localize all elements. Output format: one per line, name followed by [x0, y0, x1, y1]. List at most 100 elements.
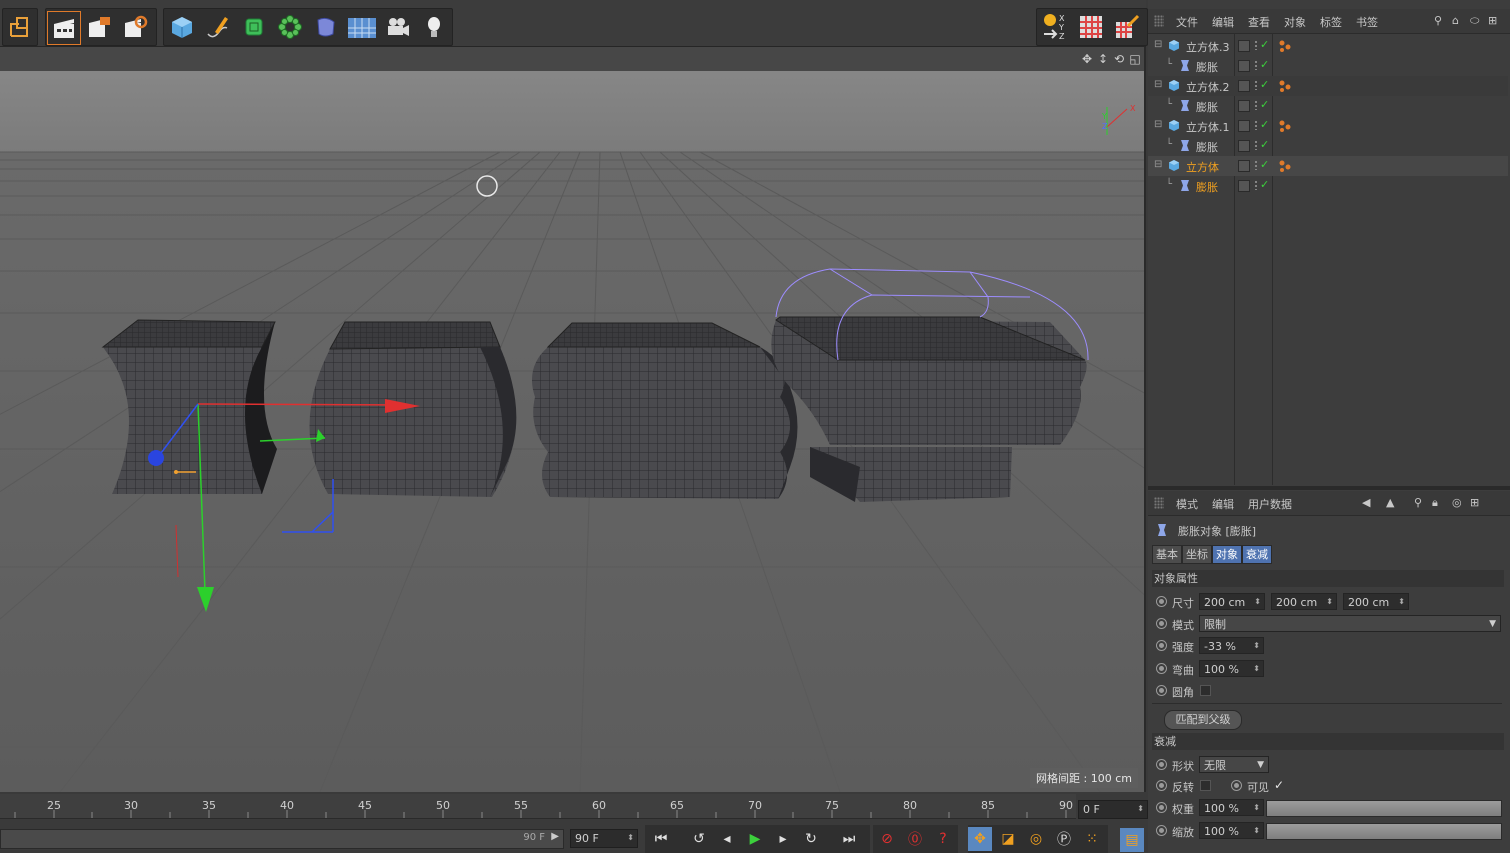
- animate-radio[interactable]: [1156, 759, 1167, 770]
- object-name[interactable]: 立方体.3: [1186, 39, 1230, 55]
- menu-view[interactable]: 查看: [1248, 14, 1270, 30]
- new-panel-icon[interactable]: ⊞: [1470, 496, 1479, 509]
- enabled-check-icon[interactable]: ✓: [1260, 98, 1269, 111]
- scale-slider[interactable]: [1266, 823, 1502, 840]
- size-x-field[interactable]: 200 cm ⬍: [1199, 593, 1265, 610]
- object-name[interactable]: 膨胀: [1196, 99, 1218, 115]
- visibility-toggle-icon[interactable]: [1238, 100, 1250, 112]
- search-icon[interactable]: ⚲: [1414, 496, 1422, 509]
- visibility-toggle-icon[interactable]: [1238, 60, 1250, 72]
- enabled-check-icon[interactable]: ✓: [1260, 38, 1269, 51]
- object-name[interactable]: 膨胀: [1196, 139, 1218, 155]
- weight-slider[interactable]: [1266, 800, 1502, 817]
- layer-dots-icon[interactable]: [1254, 140, 1259, 150]
- mode-dropdown[interactable]: 限制 ▼: [1199, 615, 1501, 632]
- object-name[interactable]: 膨胀: [1196, 59, 1218, 75]
- menu-file[interactable]: 文件: [1176, 14, 1198, 30]
- zoom-view-icon[interactable]: ↕: [1096, 52, 1110, 66]
- tab-coord[interactable]: 坐标: [1182, 545, 1212, 564]
- strength-field[interactable]: -33 % ⬍: [1199, 637, 1264, 654]
- round-checkbox[interactable]: [1200, 685, 1211, 696]
- object-row-cube[interactable]: ⊟ 立方体.1 ✓: [1148, 116, 1508, 136]
- render-settings-icon[interactable]: [119, 11, 151, 43]
- menu-tags[interactable]: 标签: [1320, 14, 1342, 30]
- menu-edit[interactable]: 编辑: [1212, 496, 1234, 512]
- cloner-icon[interactable]: [274, 11, 306, 43]
- cube-object-1[interactable]: [531, 322, 798, 499]
- invert-checkbox[interactable]: [1200, 780, 1211, 791]
- animate-radio[interactable]: [1156, 780, 1167, 791]
- animate-radio[interactable]: [1231, 780, 1242, 791]
- object-row-deformer[interactable]: └ 膨胀 ✓: [1148, 96, 1508, 116]
- camera-icon[interactable]: [382, 11, 414, 43]
- object-row-cube[interactable]: ⊟ 立方体.2 ✓: [1148, 76, 1508, 96]
- fit-to-parent-button[interactable]: 匹配到父级: [1164, 710, 1242, 730]
- object-row-cube[interactable]: ⊟ 立方体 ✓: [1148, 156, 1508, 176]
- visibility-toggle-icon[interactable]: [1238, 120, 1250, 132]
- panel-grip-icon[interactable]: [1154, 15, 1164, 27]
- animate-radio[interactable]: [1156, 663, 1167, 674]
- range-end-arrow-icon[interactable]: ▶: [551, 831, 559, 842]
- up-arrow-icon[interactable]: ▲: [1386, 496, 1394, 509]
- frame-ruler[interactable]: 25 30 35 40 45 50 55 60 65 70 75 80 85 9…: [0, 794, 1076, 819]
- tag-icon[interactable]: [1278, 119, 1292, 133]
- tag-icon[interactable]: [1278, 159, 1292, 173]
- pen-spline-icon[interactable]: [202, 11, 234, 43]
- play-icon[interactable]: ▶: [743, 827, 767, 851]
- menu-mode[interactable]: 模式: [1176, 496, 1198, 512]
- object-name[interactable]: 立方体: [1186, 159, 1219, 175]
- expand-toggle-icon[interactable]: ⊟: [1154, 119, 1162, 130]
- object-name[interactable]: 膨胀: [1196, 179, 1218, 195]
- expand-toggle-icon[interactable]: ⊟: [1154, 39, 1162, 50]
- object-name[interactable]: 立方体.1: [1186, 119, 1230, 135]
- layer-dots-icon[interactable]: [1254, 160, 1259, 170]
- visible-checkbox[interactable]: ✓: [1274, 778, 1284, 792]
- layer-dots-icon[interactable]: [1254, 120, 1259, 130]
- animate-radio[interactable]: [1156, 802, 1167, 813]
- enabled-check-icon[interactable]: ✓: [1260, 78, 1269, 91]
- prev-key-icon[interactable]: ↺: [687, 827, 711, 851]
- render-picture-viewer-icon[interactable]: [83, 11, 115, 43]
- layer-dots-icon[interactable]: [1254, 60, 1259, 70]
- menu-user-data[interactable]: 用户数据: [1248, 496, 1292, 512]
- deformer-icon[interactable]: [310, 11, 342, 43]
- weight-field[interactable]: 100 % ⬍: [1199, 799, 1264, 816]
- rotate-view-icon[interactable]: ⟲: [1112, 52, 1126, 66]
- object-name[interactable]: 立方体.2: [1186, 79, 1230, 95]
- tab-basic[interactable]: 基本: [1152, 545, 1182, 564]
- animate-radio[interactable]: [1156, 596, 1167, 607]
- shape-dropdown[interactable]: 无限 ▼: [1199, 756, 1269, 773]
- back-arrow-icon[interactable]: ◀: [1362, 496, 1370, 509]
- cube-object-3[interactable]: [101, 319, 277, 494]
- menu-edit[interactable]: 编辑: [1212, 14, 1234, 30]
- texture-icon[interactable]: [1075, 11, 1107, 43]
- target-icon[interactable]: ◎: [1452, 496, 1462, 509]
- record-keys-icon[interactable]: ⊘: [875, 827, 899, 851]
- 3d-viewport[interactable]: X Y Z 网格间距 : 100 cm: [0, 47, 1146, 792]
- undo-cube-icon[interactable]: [4, 11, 36, 43]
- size-y-field[interactable]: 200 cm ⬍: [1271, 593, 1337, 610]
- visibility-toggle-icon[interactable]: [1238, 180, 1250, 192]
- floor-environment-icon[interactable]: [346, 11, 378, 43]
- tab-falloff[interactable]: 衰减: [1242, 545, 1272, 564]
- layer-dots-icon[interactable]: [1254, 80, 1259, 90]
- enabled-check-icon[interactable]: ✓: [1260, 138, 1269, 151]
- end-frame-field[interactable]: 90 F ⬍: [570, 829, 638, 848]
- layer-dots-icon[interactable]: [1254, 40, 1259, 50]
- object-row-deformer[interactable]: └ 膨胀 ✓: [1148, 56, 1508, 76]
- next-key-icon[interactable]: ↻: [799, 827, 823, 851]
- layer-dots-icon[interactable]: [1254, 100, 1259, 110]
- timeline-layout-icon[interactable]: ▤: [1120, 828, 1144, 852]
- enabled-check-icon[interactable]: ✓: [1260, 58, 1269, 71]
- enabled-check-icon[interactable]: ✓: [1260, 178, 1269, 191]
- animate-radio[interactable]: [1156, 640, 1167, 651]
- paint-icon[interactable]: [1111, 11, 1143, 43]
- key-rotation-icon[interactable]: ◎: [1024, 827, 1048, 851]
- key-parameter-icon[interactable]: Ⓟ: [1052, 827, 1076, 851]
- autokey-icon[interactable]: ⓪: [903, 827, 927, 851]
- subdivision-surface-icon[interactable]: [238, 11, 270, 43]
- panel-grip-icon[interactable]: [1154, 497, 1164, 509]
- visibility-toggle-icon[interactable]: [1238, 80, 1250, 92]
- search-icon[interactable]: ⚲: [1434, 14, 1442, 27]
- current-frame-field[interactable]: 0 F ⬍: [1078, 800, 1148, 819]
